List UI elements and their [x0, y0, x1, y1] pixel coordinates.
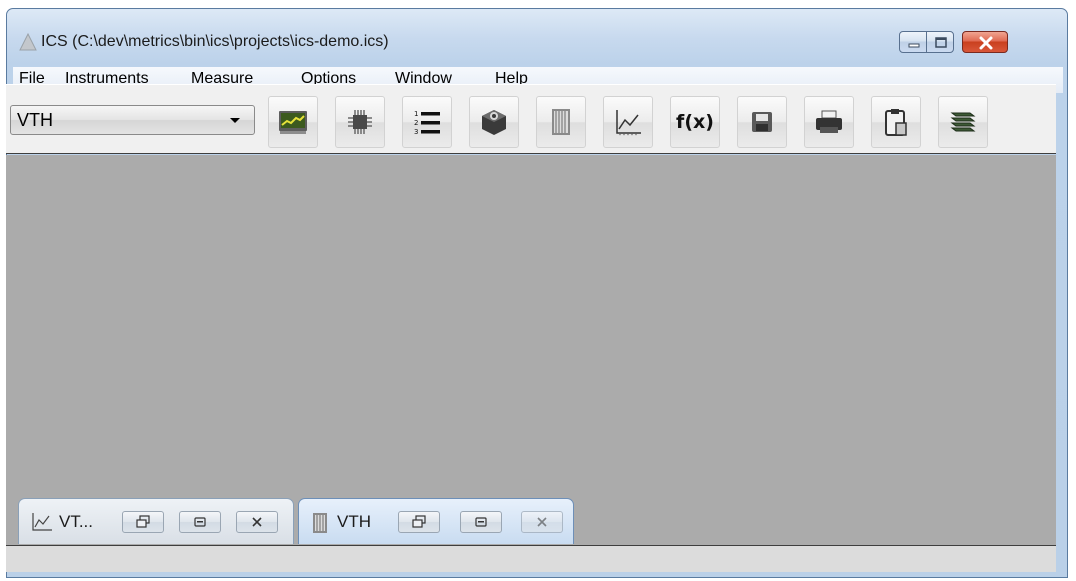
instrument-selector[interactable]: VTH — [10, 105, 255, 135]
instrument-display-icon — [279, 111, 307, 134]
minimized-window-chart[interactable]: VT... — [18, 498, 294, 544]
maximize-icon — [194, 517, 206, 527]
chip-icon — [348, 110, 372, 134]
close-icon — [537, 517, 547, 527]
function-button[interactable]: f(x) — [670, 96, 720, 148]
numbered-list-button[interactable]: 1 2 3 — [402, 96, 452, 148]
restore-icon — [136, 515, 150, 528]
mdi-workspace[interactable] — [6, 155, 1056, 545]
window-title: ICS (C:\dev\metrics\bin\ics\projects\ics… — [41, 33, 389, 50]
clipboard-button[interactable] — [871, 96, 921, 148]
close-button[interactable] — [962, 31, 1008, 53]
title-bar[interactable]: ICS (C:\dev\metrics\bin\ics\projects\ics… — [7, 9, 1067, 61]
layers-icon — [950, 112, 976, 132]
maximize-icon — [475, 517, 487, 527]
maximize-button[interactable] — [460, 511, 502, 533]
datasheet-icon — [313, 513, 327, 533]
status-bar — [6, 545, 1056, 572]
datasheet-button[interactable] — [536, 96, 586, 148]
close-button[interactable] — [236, 511, 278, 533]
close-button[interactable] — [521, 511, 563, 533]
restore-icon — [412, 515, 426, 528]
layers-button[interactable] — [938, 96, 988, 148]
instrument-selector-value: VTH — [17, 110, 53, 130]
restore-button[interactable] — [398, 511, 440, 533]
datasheet-icon — [552, 109, 570, 135]
line-chart-icon — [32, 513, 52, 531]
save-button[interactable] — [737, 96, 787, 148]
function-icon: f(x) — [676, 111, 714, 133]
minimized-window-label: VT... — [59, 512, 94, 531]
settings-cube-button[interactable] — [469, 96, 519, 148]
app-icon — [19, 33, 37, 51]
close-icon — [252, 517, 262, 527]
numbered-list-icon: 1 2 3 — [414, 110, 440, 136]
chevron-down-icon — [230, 118, 240, 123]
restore-button[interactable] — [122, 511, 164, 533]
minimized-window-vth[interactable]: VTH — [298, 498, 574, 544]
minimize-button[interactable] — [899, 31, 927, 53]
svg-text:3: 3 — [414, 128, 418, 136]
save-icon — [752, 112, 772, 132]
line-chart-button[interactable] — [603, 96, 653, 148]
chip-button[interactable] — [335, 96, 385, 148]
minimized-window-label: VTH — [337, 512, 371, 531]
line-chart-icon — [616, 110, 641, 136]
svg-text:1: 1 — [414, 110, 418, 118]
settings-cube-icon — [482, 110, 506, 135]
maximize-button[interactable] — [926, 31, 954, 53]
svg-text:2: 2 — [414, 119, 418, 127]
instrument-display-button[interactable] — [268, 96, 318, 148]
maximize-button[interactable] — [179, 511, 221, 533]
print-button[interactable] — [804, 96, 854, 148]
print-icon — [816, 110, 842, 133]
clipboard-icon — [885, 109, 907, 136]
